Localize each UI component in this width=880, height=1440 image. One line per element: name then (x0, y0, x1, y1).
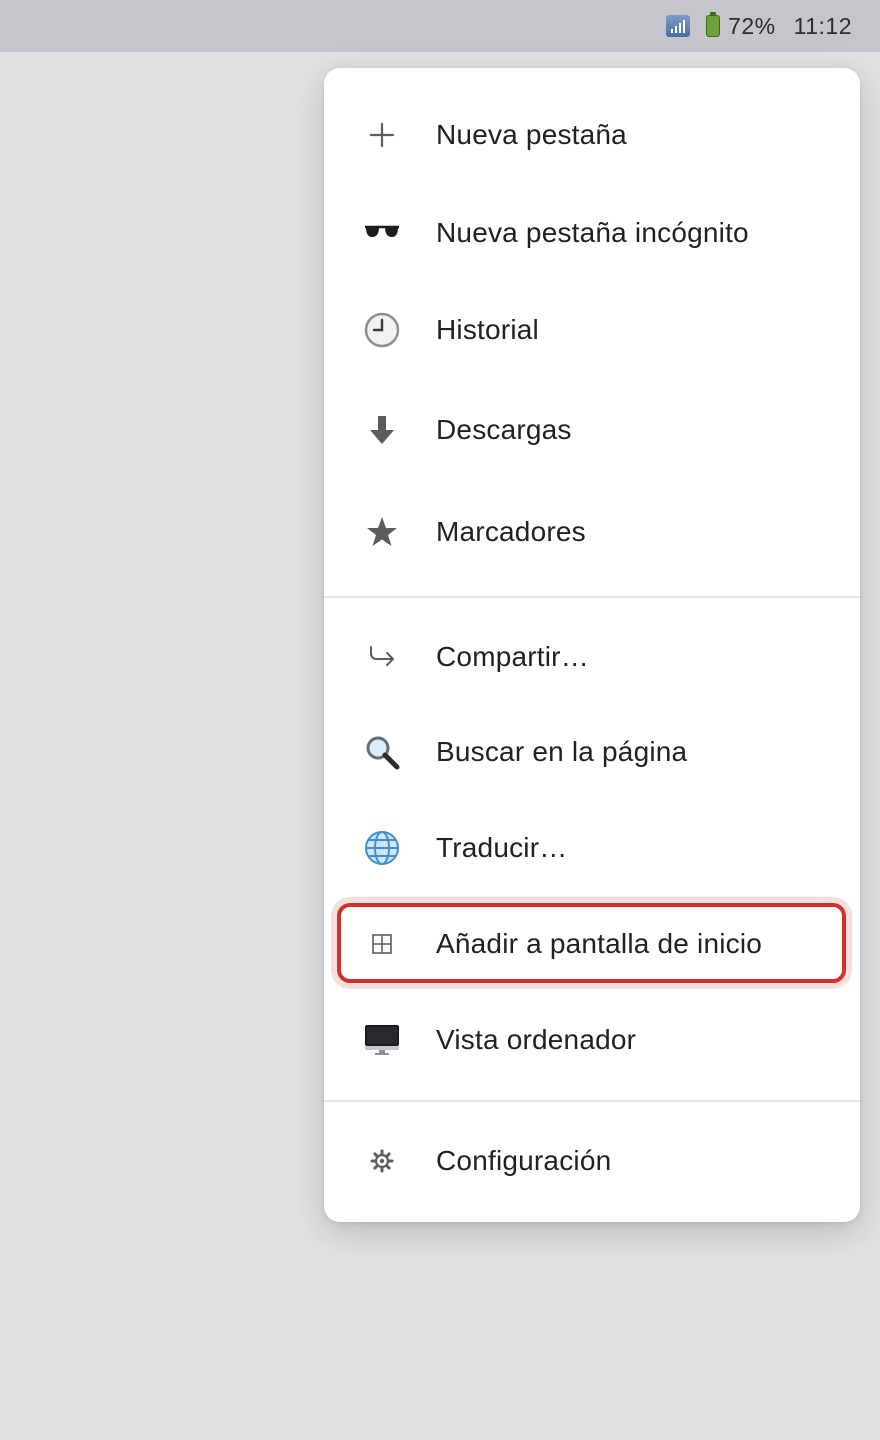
add-to-home-grid-icon (362, 924, 402, 964)
menu-item-new-tab[interactable]: Nueva pestaña (324, 95, 860, 175)
sunglasses-icon (362, 213, 402, 253)
menu-item-label: Marcadores (436, 516, 586, 547)
magnifier-icon (362, 732, 402, 772)
battery-icon (706, 12, 721, 37)
menu-item-share[interactable]: Compartir… (324, 617, 860, 697)
signal-icon (666, 15, 691, 37)
menu-item-find-in-page[interactable]: Buscar en la página (324, 712, 860, 792)
clock-icon (362, 310, 402, 350)
menu-divider (324, 596, 860, 598)
browser-overflow-menu: Nueva pestaña Nueva pestaña incógnito Hi… (324, 68, 860, 1222)
menu-item-desktop-view[interactable]: Vista ordenador (324, 1000, 860, 1080)
menu-item-downloads[interactable]: Descargas (324, 390, 860, 470)
menu-item-new-incognito-tab[interactable]: Nueva pestaña incógnito (324, 193, 860, 273)
menu-item-label: Historial (436, 314, 539, 345)
share-arrow-icon (362, 637, 402, 677)
gear-icon (362, 1141, 402, 1181)
status-indicators: 72% 11:12 (666, 0, 852, 52)
status-time: 11:12 (793, 12, 852, 39)
menu-item-translate[interactable]: Traducir… (324, 808, 860, 888)
status-bar: 72% 11:12 (0, 0, 880, 52)
plus-icon (362, 115, 402, 155)
menu-item-label: Traducir… (436, 832, 568, 863)
menu-item-add-to-home-screen[interactable]: Añadir a pantalla de inicio (324, 904, 860, 984)
menu-item-label: Configuración (436, 1145, 612, 1176)
menu-item-label: Descargas (436, 414, 572, 445)
battery-percentage: 72% (728, 12, 776, 39)
menu-item-label: Compartir… (436, 641, 589, 672)
menu-item-label: Añadir a pantalla de inicio (436, 928, 763, 959)
menu-item-history[interactable]: Historial (324, 290, 860, 370)
star-icon (362, 512, 402, 552)
menu-item-settings[interactable]: Configuración (324, 1121, 860, 1201)
menu-item-label: Nueva pestaña incógnito (436, 217, 749, 248)
menu-item-label: Nueva pestaña (436, 119, 627, 150)
download-arrow-icon (362, 410, 402, 450)
menu-item-label: Vista ordenador (436, 1024, 637, 1055)
menu-item-bookmarks[interactable]: Marcadores (324, 492, 860, 572)
menu-item-label: Buscar en la página (436, 736, 688, 767)
desktop-monitor-icon (362, 1020, 402, 1060)
menu-divider (324, 1100, 860, 1102)
globe-icon (362, 828, 402, 868)
